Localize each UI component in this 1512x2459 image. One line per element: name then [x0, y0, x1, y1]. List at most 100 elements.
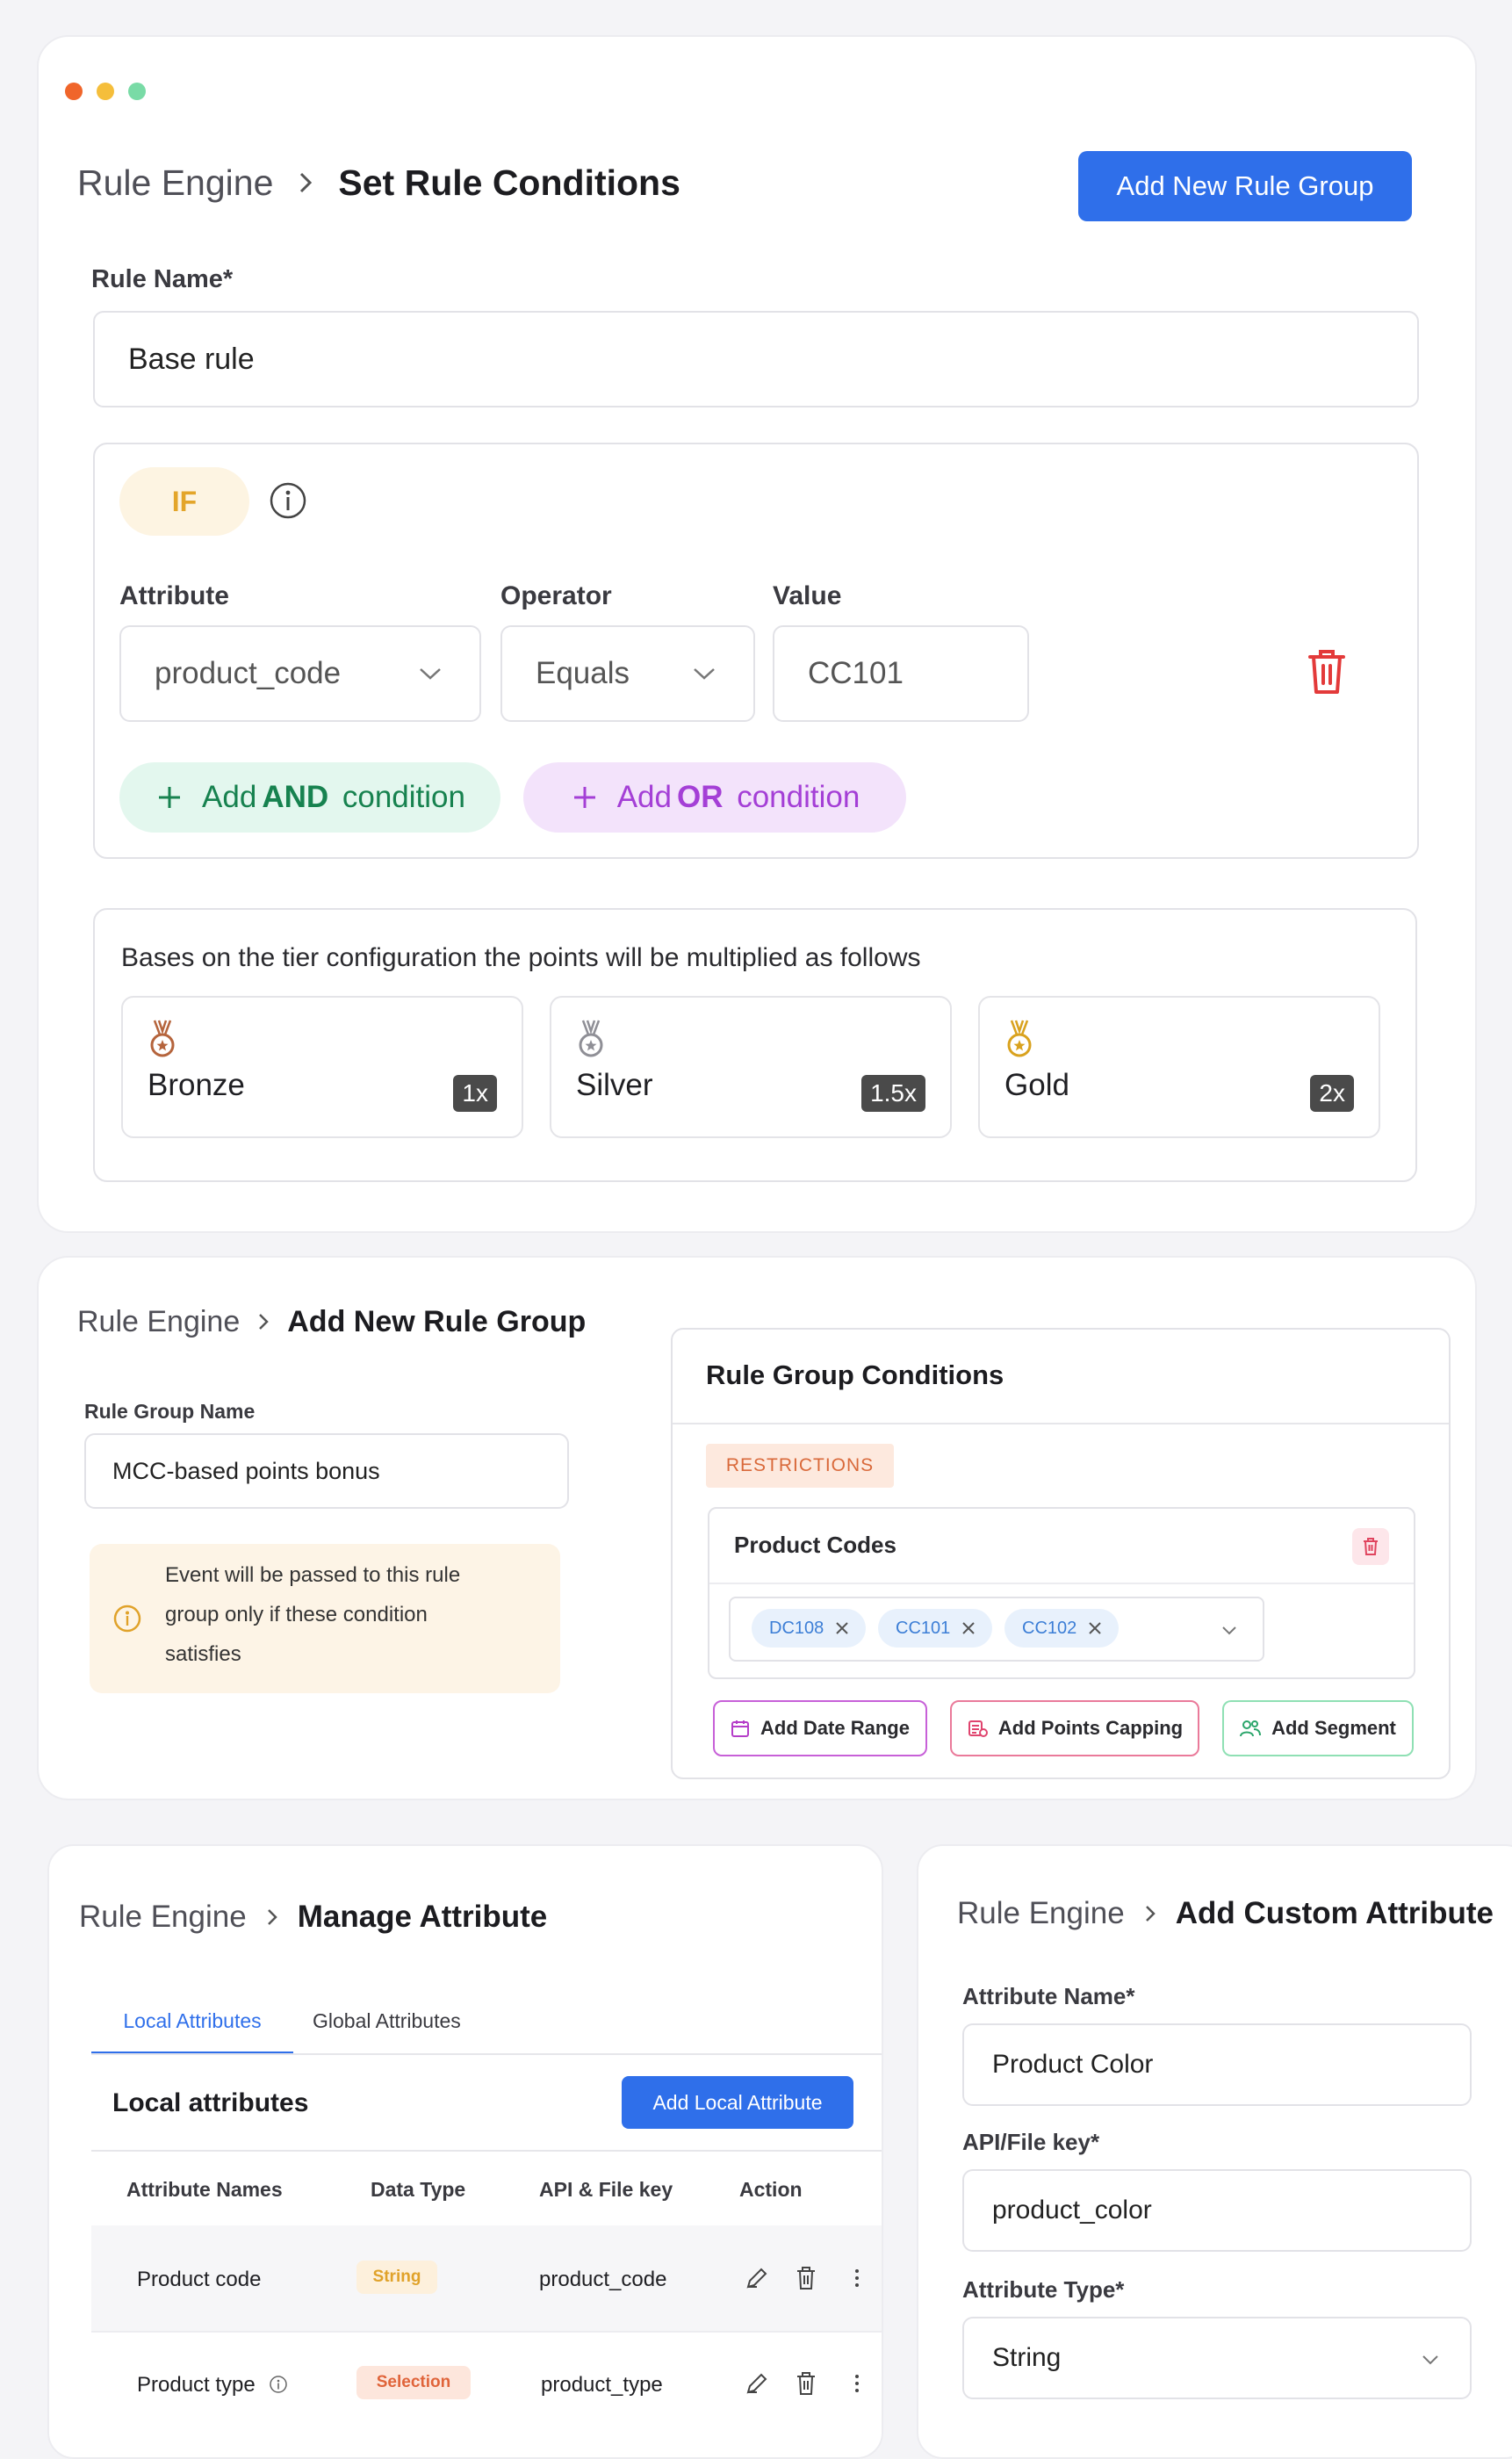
tier-name: Gold [1004, 1068, 1069, 1102]
chip-cc102[interactable]: CC102 [1004, 1609, 1119, 1648]
window-close-dot[interactable] [65, 83, 83, 100]
attribute-select-value: product_code [155, 656, 342, 690]
cell-attribute-name: Product code [137, 2268, 262, 2291]
tab-global-attributes[interactable]: Global Attributes [313, 2009, 461, 2033]
delete-condition-button[interactable] [1352, 1528, 1389, 1565]
page-title: Set Rule Conditions [338, 162, 680, 203]
add-and-suffix: condition [334, 780, 465, 814]
value-input[interactable]: CC101 [773, 625, 1029, 722]
chevron-right-icon [298, 170, 313, 195]
rule-name-label: Rule Name* [91, 265, 234, 293]
tier-multiplier-badge: 1.5x [861, 1075, 925, 1112]
edit-icon[interactable] [745, 2266, 769, 2295]
info-icon [112, 1604, 142, 1638]
chevron-down-icon [420, 668, 441, 680]
page-title: Add New Rule Group [287, 1304, 587, 1338]
breadcrumb: Rule Engine Add Custom Attribute [957, 1892, 1494, 1936]
rule-group-name-label: Rule Group Name [84, 1400, 256, 1423]
breadcrumb-root[interactable]: Rule Engine [79, 1900, 247, 1935]
tier-name: Bronze [148, 1068, 245, 1102]
column-header-api-file-key: API & File key [539, 2178, 673, 2201]
cell-attribute-name: Product type [137, 2373, 256, 2397]
table-top-divider [91, 2150, 882, 2152]
trash-icon[interactable] [796, 2266, 817, 2295]
operator-select[interactable]: Equals [500, 625, 755, 722]
page-title: Add Custom Attribute [1175, 1896, 1494, 1930]
rule-group-name-input[interactable]: MCC-based points bonus [84, 1433, 569, 1509]
close-icon[interactable] [961, 1620, 976, 1636]
add-or-keyword: OR [676, 780, 724, 814]
row-divider [91, 2331, 882, 2333]
attribute-select[interactable]: product_code [119, 625, 481, 722]
tier-card-bronze: Bronze 1x [121, 996, 523, 1138]
breadcrumb-root[interactable]: Rule Engine [957, 1896, 1125, 1931]
chip-label: DC108 [769, 1618, 824, 1638]
edit-icon[interactable] [745, 2371, 769, 2400]
attribute-name-input[interactable]: Product Color [962, 2023, 1472, 2106]
calendar-icon [731, 1720, 750, 1737]
add-or-condition-button[interactable]: Add OR condition [523, 762, 906, 833]
trash-icon[interactable] [796, 2371, 817, 2400]
breadcrumb: Rule Engine Add New Rule Group [77, 1300, 586, 1344]
tab-local-attributes[interactable]: Local Attributes [91, 2006, 293, 2055]
operator-select-value: Equals [536, 656, 630, 690]
data-type-badge: String [356, 2261, 437, 2294]
more-icon[interactable] [853, 2268, 860, 2293]
tier-card-gold: Gold 2x [978, 996, 1380, 1138]
add-new-rule-group-button[interactable]: Add New Rule Group [1078, 151, 1412, 221]
attribute-type-label: Attribute Type* [962, 2276, 1125, 2303]
attribute-name-label: Attribute Name* [962, 1983, 1135, 2009]
tier-multiplier-badge: 2x [1310, 1075, 1354, 1112]
more-icon[interactable] [853, 2373, 860, 2398]
chip-dc108[interactable]: DC108 [752, 1609, 866, 1648]
add-segment-button[interactable]: Add Segment [1222, 1700, 1414, 1756]
silver-medal-icon [579, 1020, 603, 1057]
rule-group-conditions-title: Rule Group Conditions [706, 1359, 1004, 1390]
rule-group-name-value: MCC-based points bonus [112, 1457, 380, 1484]
coins-icon [968, 1720, 988, 1737]
breadcrumb: Rule Engine Manage Attribute [79, 1895, 547, 1939]
value-label: Value [773, 581, 842, 610]
chevron-right-icon [257, 1312, 270, 1331]
breadcrumb-root[interactable]: Rule Engine [77, 1305, 240, 1339]
add-local-attribute-button[interactable]: Add Local Attribute [622, 2076, 853, 2129]
notice-line-2: group only if these condition [165, 1603, 428, 1626]
api-file-key-value: product_color [992, 2196, 1152, 2225]
add-and-keyword: AND [262, 780, 329, 814]
add-date-range-button[interactable]: Add Date Range [713, 1700, 927, 1756]
api-file-key-input[interactable]: product_color [962, 2169, 1472, 2252]
add-or-prefix: Add [616, 780, 672, 814]
chevron-right-icon [1144, 1904, 1156, 1923]
bronze-medal-icon [150, 1020, 175, 1057]
add-date-range-label: Add Date Range [760, 1717, 910, 1739]
page-title: Manage Attribute [297, 1900, 548, 1934]
attribute-name-value: Product Color [992, 2050, 1154, 2079]
breadcrumb: Rule Engine Set Rule Conditions [77, 158, 680, 207]
trash-icon[interactable] [1303, 646, 1350, 702]
chevron-down-icon [1422, 2355, 1438, 2365]
chip-cc101[interactable]: CC101 [878, 1609, 992, 1648]
info-icon[interactable] [269, 2375, 288, 2398]
tier-card-silver: Silver 1.5x [550, 996, 952, 1138]
restrictions-badge: RESTRICTIONS [706, 1444, 894, 1488]
notice-line-3: satisfies [165, 1642, 241, 1666]
panel-divider [673, 1423, 1449, 1424]
breadcrumb-root[interactable]: Rule Engine [77, 162, 273, 204]
close-icon[interactable] [834, 1620, 850, 1636]
add-segment-label: Add Segment [1271, 1717, 1396, 1739]
column-header-attribute-names: Attribute Names [126, 2178, 283, 2201]
add-and-condition-button[interactable]: Add AND condition [119, 762, 500, 833]
tier-name: Silver [576, 1068, 653, 1102]
attribute-type-value: String [992, 2343, 1062, 2372]
rule-name-input[interactable]: Base rule [93, 311, 1419, 407]
gold-medal-icon [1007, 1020, 1032, 1057]
chevron-down-icon [1222, 1626, 1236, 1635]
info-icon[interactable] [269, 481, 307, 524]
api-file-key-label: API/File key* [962, 2129, 1100, 2155]
attribute-type-select[interactable]: String [962, 2317, 1472, 2399]
close-icon[interactable] [1087, 1620, 1103, 1636]
window-maximize-dot[interactable] [128, 83, 146, 100]
add-points-capping-button[interactable]: Add Points Capping [950, 1700, 1199, 1756]
chip-label: CC101 [896, 1618, 951, 1638]
window-minimize-dot[interactable] [97, 83, 114, 100]
